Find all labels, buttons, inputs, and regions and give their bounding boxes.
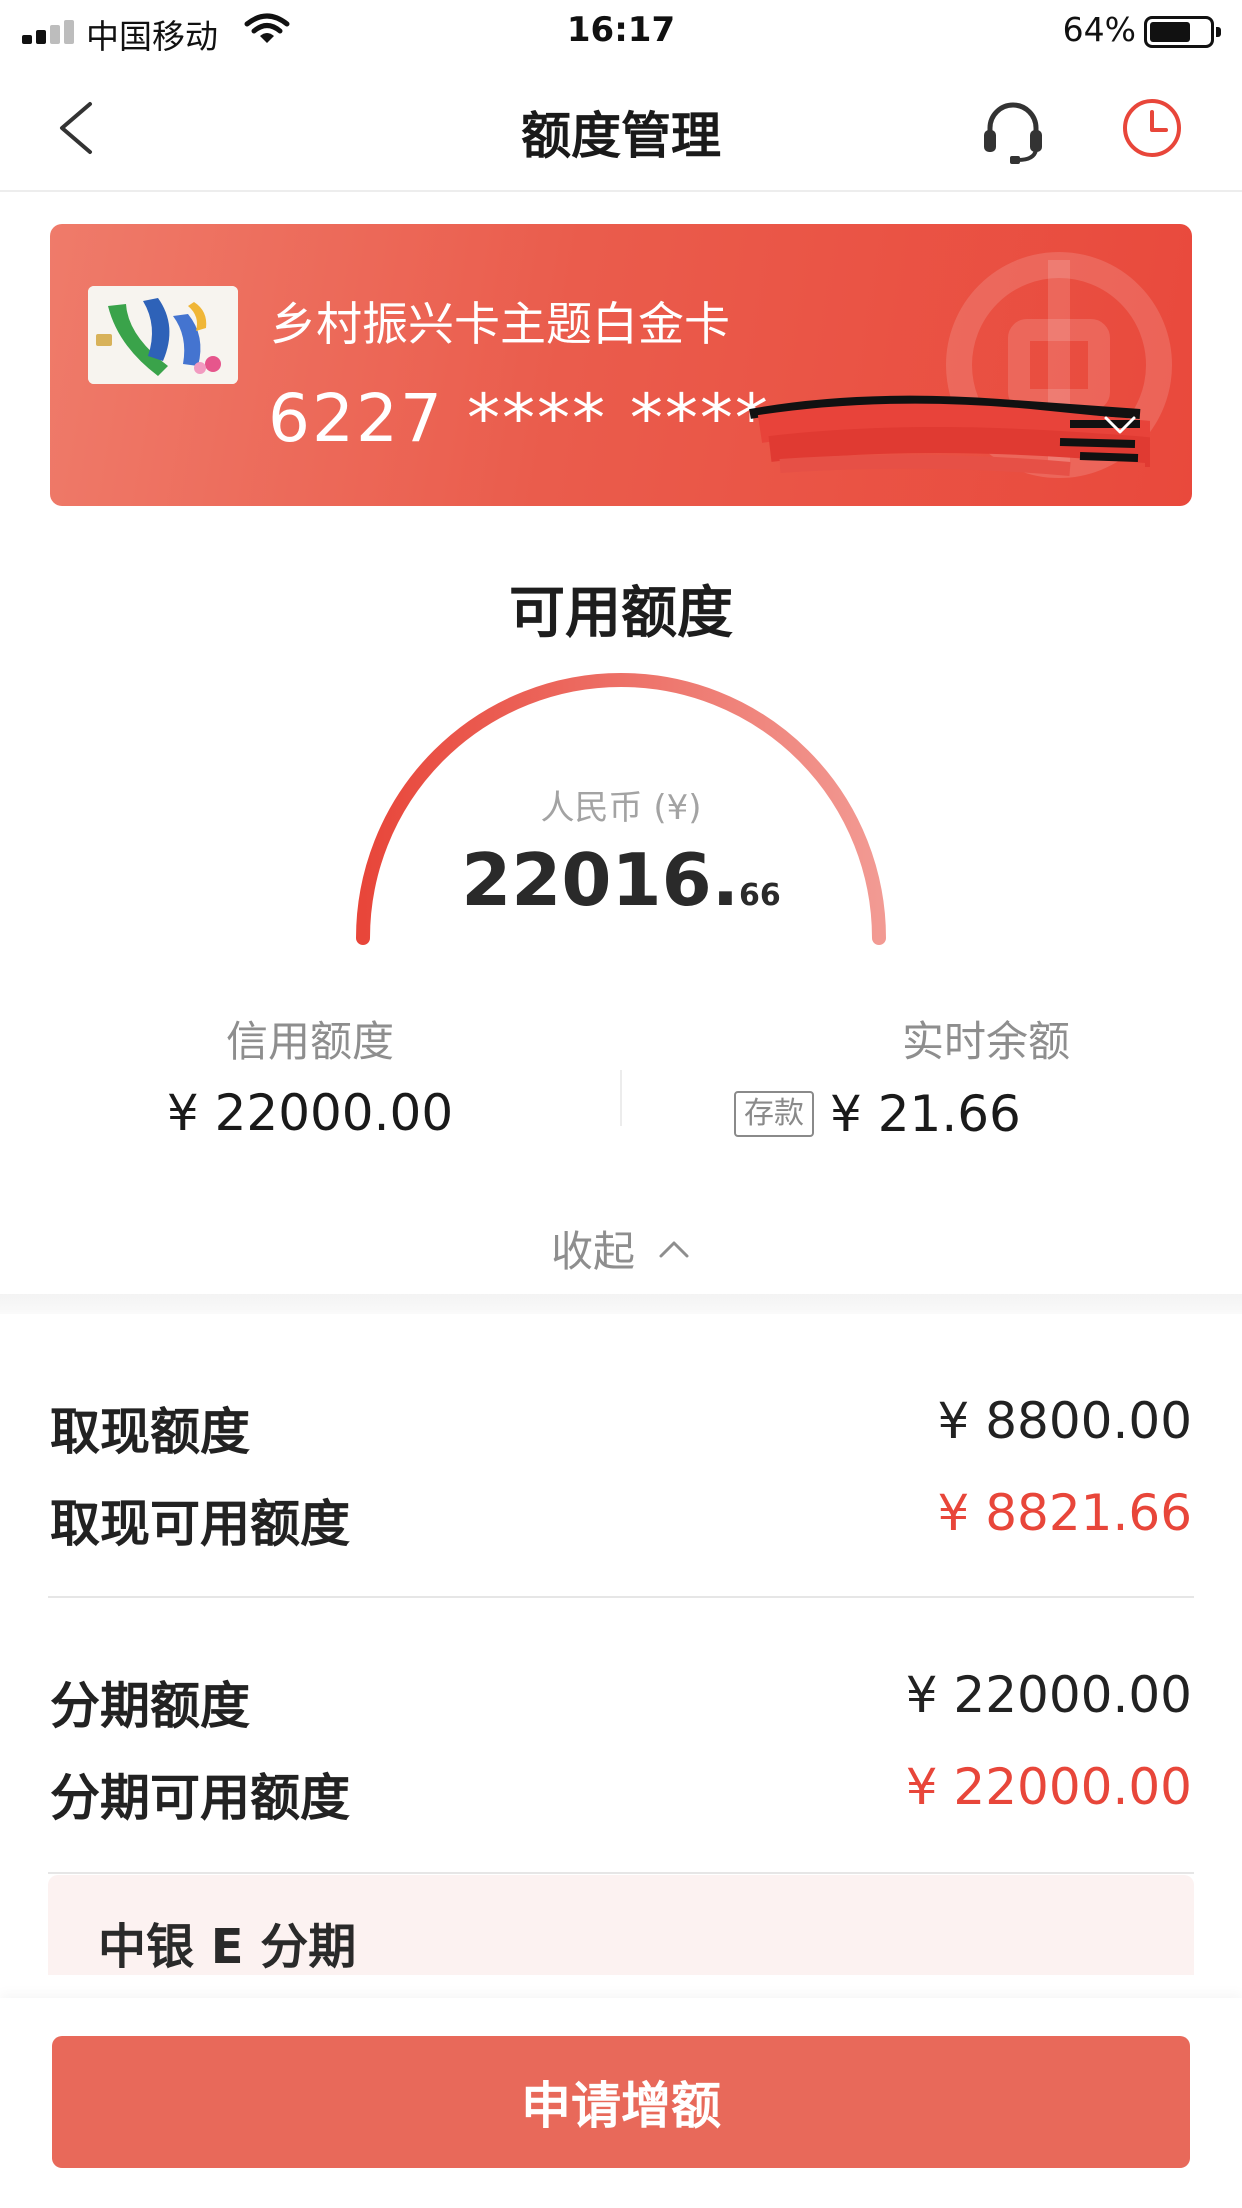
- collapse-label: 收起: [550, 1227, 635, 1276]
- status-time: 16:17: [566, 10, 676, 50]
- installment-available-label: 分期可用额度: [50, 1769, 350, 1827]
- realtime-balance-label: 实时余额: [901, 1017, 1070, 1066]
- section-separator: [0, 1294, 1242, 1314]
- history-icon[interactable]: [1120, 96, 1184, 160]
- e-installment-title: 中银 E 分期: [98, 1919, 357, 1975]
- column-divider: [620, 1070, 622, 1126]
- deposit-badge: 存款: [734, 1091, 814, 1137]
- credit-limit-label: 信用额度: [225, 1017, 394, 1066]
- card-thumbnail: [88, 286, 238, 384]
- chevron-up-icon: [659, 1241, 689, 1257]
- cash-available-label: 取现可用额度: [50, 1495, 350, 1553]
- credit-limit-value: ¥ 22000.00: [166, 1084, 454, 1142]
- installment-available-value: ¥ 22000.00: [905, 1758, 1192, 1816]
- card-number: 6227 **** ****: [268, 380, 770, 457]
- card-selector[interactable]: 乡村振兴卡主题白金卡 6227 **** ****: [50, 224, 1192, 506]
- apply-increase-button[interactable]: 申请增额: [52, 2036, 1190, 2168]
- installment-limit-label: 分期额度: [50, 1677, 250, 1735]
- available-limit-title: 可用额度: [509, 581, 733, 646]
- page-title: 额度管理: [521, 107, 721, 165]
- available-amount-integer: 22016.: [461, 838, 740, 922]
- chevron-down-icon[interactable]: [1100, 410, 1140, 440]
- cash-limit-value: ¥ 8800.00: [937, 1392, 1192, 1450]
- row-divider: [48, 1596, 1194, 1598]
- footer-bar: 申请增额: [0, 1998, 1242, 2208]
- battery-icon: [1144, 16, 1221, 48]
- card-name: 乡村振兴卡主题白金卡: [270, 297, 730, 351]
- cash-available-value: ¥ 8821.66: [937, 1484, 1192, 1542]
- currency-label: 人民币 (¥): [540, 788, 702, 828]
- row-divider: [48, 1872, 1194, 1874]
- e-installment-panel[interactable]: 中银 E 分期: [48, 1875, 1194, 1975]
- collapse-toggle[interactable]: 收起: [0, 1218, 1242, 1279]
- redaction-scribble: [749, 395, 1150, 476]
- cash-limit-label: 取现额度: [50, 1403, 250, 1461]
- available-amount: 22016.66: [0, 838, 1242, 922]
- installment-limit-value: ¥ 22000.00: [905, 1666, 1192, 1724]
- nav-bar: 额度管理: [0, 62, 1242, 192]
- realtime-balance-value: ¥ 21.66: [830, 1085, 1021, 1143]
- available-amount-decimal: 66: [739, 878, 781, 913]
- headset-icon[interactable]: [978, 96, 1048, 166]
- battery-percent: 64%: [1062, 10, 1136, 49]
- status-bar: 中国移动 16:17 64%: [0, 0, 1242, 62]
- realtime-balance-row: 存款 ¥ 21.66: [734, 1084, 1021, 1144]
